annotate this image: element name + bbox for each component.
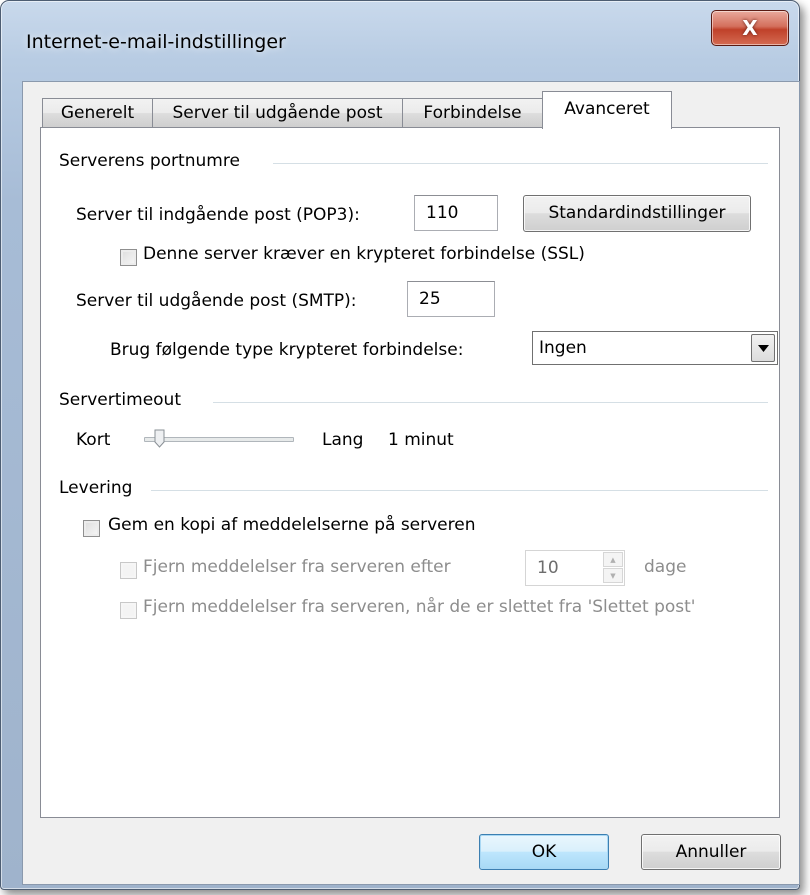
timeout-short-label: Kort <box>76 430 111 450</box>
outgoing-port-label: Server til udgående post (SMTP): <box>76 291 357 311</box>
days-label: dage <box>644 557 687 577</box>
ssl-checkbox[interactable] <box>120 249 137 266</box>
window-title: Internet-e-mail-indstillinger <box>26 31 286 53</box>
tab-avanceret[interactable]: Avanceret <box>542 91 672 129</box>
remove-deleted-checkbox[interactable] <box>120 602 137 619</box>
keep-copy-checkbox[interactable] <box>83 520 100 537</box>
remove-after-days-spinner[interactable]: 10 ▲ ▼ <box>525 550 625 586</box>
timeout-slider-thumb[interactable] <box>154 429 165 449</box>
spin-down-icon[interactable]: ▼ <box>603 568 623 583</box>
close-icon: X <box>742 16 758 40</box>
chevron-down-icon[interactable] <box>751 334 775 362</box>
tab-forbindelse[interactable]: Forbindelse <box>402 98 543 127</box>
tab-generelt[interactable]: Generelt <box>42 98 153 127</box>
encryption-label: Brug følgende type krypteret forbindelse… <box>110 340 464 360</box>
remove-after-checkbox[interactable] <box>120 562 137 579</box>
group-label-ports: Serverens portnumre <box>59 151 240 171</box>
ssl-checkbox-label[interactable]: Denne server kræver en krypteret forbind… <box>143 244 585 264</box>
timeout-value: 1 minut <box>388 430 454 450</box>
remove-after-days-value: 10 <box>537 558 559 578</box>
tab-server-udgaaende[interactable]: Server til udgående post <box>152 98 403 127</box>
dialog-window: Internet-e-mail-indstillinger X Generelt… <box>0 0 800 890</box>
encryption-select[interactable]: Ingen <box>532 331 778 365</box>
defaults-button[interactable]: Standardindstillinger <box>523 195 751 232</box>
remove-deleted-label: Fjern meddelelser fra serveren, når de e… <box>143 597 696 617</box>
timeout-slider-track[interactable] <box>144 437 294 442</box>
keep-copy-label[interactable]: Gem en kopi af meddelelserne på serveren <box>108 515 476 535</box>
close-button[interactable]: X <box>711 10 789 46</box>
timeout-long-label: Lang <box>322 430 364 450</box>
remove-after-label: Fjern meddelelser fra serveren efter <box>143 557 451 577</box>
cancel-button[interactable]: Annuller <box>641 834 781 870</box>
client-area: Generelt Server til udgående post Forbin… <box>22 81 800 885</box>
group-divider-timeout <box>213 402 768 404</box>
spinner-buttons: ▲ ▼ <box>603 552 623 584</box>
tab-panel-avanceret: Serverens portnumre Server til indgående… <box>40 127 780 818</box>
group-divider-ports <box>273 163 768 165</box>
group-label-delivery: Levering <box>59 478 133 498</box>
group-label-timeout: Servertimeout <box>59 390 181 410</box>
incoming-port-input[interactable]: 110 <box>414 195 498 231</box>
outgoing-port-input[interactable]: 25 <box>407 281 495 317</box>
ok-button[interactable]: OK <box>479 834 609 870</box>
group-divider-delivery <box>151 490 768 492</box>
encryption-select-value: Ingen <box>539 338 587 358</box>
incoming-port-label: Server til indgående post (POP3): <box>76 205 360 225</box>
